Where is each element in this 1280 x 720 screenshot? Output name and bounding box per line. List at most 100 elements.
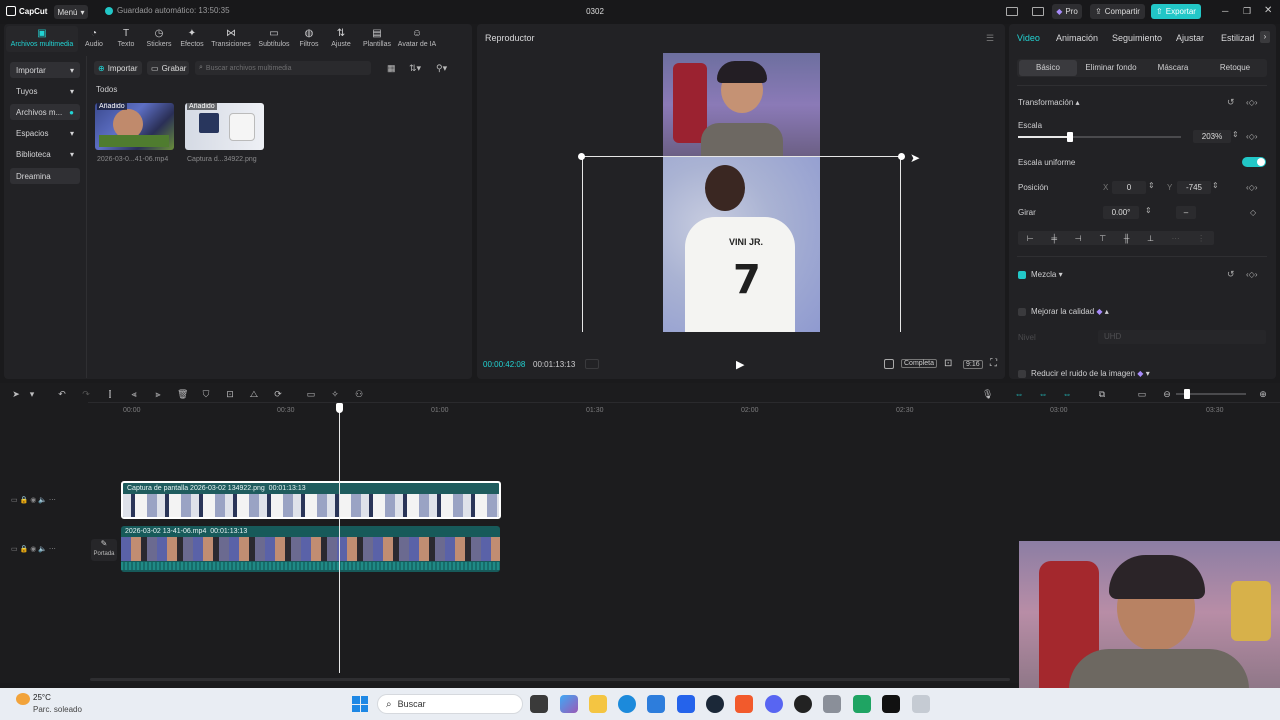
sidebar-item-media[interactable]: Archivos m... ● bbox=[10, 104, 80, 120]
tab-video[interactable]: Video bbox=[1017, 33, 1040, 43]
enhance-checkbox[interactable] bbox=[1018, 308, 1026, 316]
play-icon[interactable]: ▶ bbox=[736, 358, 744, 371]
tab-transitions[interactable]: ⋈ Transiciones bbox=[209, 28, 253, 48]
link-main-icon[interactable]: ⇔ bbox=[1014, 389, 1024, 399]
keyframe-icon[interactable]: ‹◇› bbox=[1246, 183, 1257, 192]
filter-icon[interactable]: ⚲▾ bbox=[436, 63, 447, 74]
keyframe-icon[interactable]: ‹◇› bbox=[1246, 132, 1257, 141]
tab-stickers[interactable]: ◷ Stickers bbox=[142, 28, 176, 48]
copilot-icon[interactable] bbox=[560, 695, 578, 713]
task-view-icon[interactable] bbox=[530, 695, 548, 713]
media-thumbnail-video[interactable]: Añadido bbox=[95, 103, 174, 150]
level-select[interactable]: UHD bbox=[1098, 330, 1266, 344]
align-bottom-icon[interactable]: ⊥ bbox=[1147, 234, 1154, 243]
stepper-icon[interactable]: ⇕ bbox=[1232, 130, 1239, 139]
align-top-icon[interactable]: ⊤ bbox=[1099, 234, 1106, 243]
noise-label[interactable]: Reducir el ruido de la imagen ◆ ▾ bbox=[1031, 369, 1150, 378]
close-icon[interactable]: ✕ bbox=[1264, 5, 1272, 16]
split-left-icon[interactable]: ⫷ bbox=[129, 389, 139, 399]
blend-checkbox[interactable] bbox=[1018, 271, 1026, 279]
align-left-icon[interactable]: ⊢ bbox=[1027, 234, 1034, 243]
sort-icon[interactable]: ⇅▾ bbox=[409, 63, 421, 74]
snapshot-icon[interactable] bbox=[884, 359, 894, 369]
timecode-icon[interactable] bbox=[585, 359, 599, 369]
uniform-scale-toggle[interactable] bbox=[1242, 157, 1266, 167]
tab-templates[interactable]: ▤ Plantillas bbox=[358, 28, 396, 48]
rotate-dial[interactable]: – bbox=[1176, 206, 1196, 219]
edge-icon[interactable] bbox=[618, 695, 636, 713]
tab-adjust-panel[interactable]: Ajustar bbox=[1176, 33, 1204, 43]
aspect-ratio-button[interactable]: 9:16 bbox=[963, 360, 983, 369]
record-button[interactable]: ▭ Grabar bbox=[147, 61, 189, 75]
zoom-slider-handle[interactable] bbox=[1184, 389, 1190, 399]
enhance-label[interactable]: Mejorar la calidad ◆ ▴ bbox=[1031, 307, 1109, 316]
resize-handle[interactable] bbox=[578, 153, 585, 160]
distribute-h-icon[interactable]: ⋯ bbox=[1172, 234, 1180, 243]
magic-icon[interactable]: ✧ bbox=[330, 389, 340, 399]
zoom-in-icon[interactable]: ⊕ bbox=[1258, 389, 1268, 399]
sidebar-item-dreamina[interactable]: Dreamina bbox=[10, 168, 80, 184]
preview-axis-icon[interactable]: ⧉ bbox=[1097, 389, 1107, 399]
tab-adjust[interactable]: ⇅ Ajuste bbox=[324, 28, 358, 48]
stepper-icon[interactable]: ⇕ bbox=[1212, 181, 1219, 190]
tab-subtitles[interactable]: ▭ Subtítulos bbox=[255, 28, 293, 48]
track-lock-icon[interactable]: ▭ 🔒 ◉ 🔈 ⋯ bbox=[11, 496, 56, 504]
playhead[interactable] bbox=[339, 403, 340, 673]
chevron-down-icon[interactable]: ▾ bbox=[27, 389, 37, 399]
shield-icon[interactable]: ⛉ bbox=[201, 389, 211, 399]
noise-checkbox[interactable] bbox=[1018, 370, 1026, 378]
tab-text[interactable]: T Texto bbox=[109, 28, 143, 48]
position-x-input[interactable]: 0 bbox=[1112, 181, 1146, 194]
discord-icon[interactable] bbox=[765, 695, 783, 713]
selection-box[interactable] bbox=[582, 156, 901, 332]
sidebar-item-yours[interactable]: Tuyos ▾ bbox=[10, 83, 80, 99]
tab-effects[interactable]: ✦ Efectos bbox=[175, 28, 209, 48]
resize-handle[interactable] bbox=[898, 153, 905, 160]
capcut-taskbar-icon[interactable] bbox=[882, 695, 900, 713]
distribute-v-icon[interactable]: ⋮ bbox=[1197, 234, 1205, 243]
import-button[interactable]: ⊕ Importar bbox=[94, 61, 142, 75]
timeline-clip-image[interactable]: Captura de pantalla 2026-03-02 134922.pn… bbox=[121, 481, 501, 519]
sub-tab-retouch[interactable]: Retoque bbox=[1206, 63, 1264, 72]
undo-icon[interactable]: ↶ bbox=[57, 389, 67, 399]
sub-tab-mask[interactable]: Máscara bbox=[1145, 63, 1201, 72]
shortcuts-icon[interactable] bbox=[1032, 7, 1044, 16]
redo-icon[interactable]: ↷ bbox=[81, 389, 91, 399]
keyframe-icon[interactable]: ‹◇› bbox=[1246, 98, 1257, 107]
microphone-icon[interactable]: 🎙 bbox=[982, 389, 993, 399]
weather-icon[interactable] bbox=[16, 693, 30, 705]
tab-audio[interactable]: ◔ Audio bbox=[77, 28, 111, 48]
search-field[interactable]: ⌕ Buscar archivos multimedia bbox=[195, 61, 371, 75]
crop-icon[interactable]: ⊡ bbox=[944, 358, 952, 369]
taskbar-search[interactable]: ⌕ Buscar bbox=[377, 694, 523, 714]
tab-animation[interactable]: Animación bbox=[1056, 33, 1098, 43]
cover-button[interactable]: ✎ Portada bbox=[91, 539, 117, 561]
tab-ai-avatar[interactable]: ☺ Avatar de IA bbox=[396, 28, 438, 48]
rotate-input[interactable]: 0.00° bbox=[1103, 206, 1139, 219]
store-icon[interactable] bbox=[647, 695, 665, 713]
media-thumbnail-image[interactable]: Añadido bbox=[185, 103, 264, 150]
sub-tab-remove-bg[interactable]: Eliminar fondo bbox=[1080, 63, 1142, 72]
sidebar-item-import[interactable]: Importar ▾ bbox=[10, 62, 80, 78]
keyframe-icon[interactable]: ◇ bbox=[1250, 208, 1256, 217]
app-green-icon[interactable] bbox=[853, 695, 871, 713]
timeline-clip-video[interactable]: 2026-03-02 13-41-06.mp4 00:01:13:13 bbox=[121, 526, 500, 572]
select-tool-icon[interactable]: ➤ bbox=[11, 389, 21, 399]
freeze-icon[interactable]: ▭ bbox=[306, 389, 316, 399]
link-audio-icon[interactable]: ⇔ bbox=[1038, 389, 1048, 399]
minimize-icon[interactable]: ─ bbox=[1222, 6, 1228, 16]
tab-stylize[interactable]: Estilizad bbox=[1221, 33, 1255, 43]
playhead-handle[interactable] bbox=[336, 403, 343, 413]
track-lock-icon[interactable]: ▭ 🔒 ◉ 🔈 ⋯ bbox=[11, 545, 56, 553]
split-icon[interactable]: ⫿ bbox=[105, 389, 115, 399]
reset-icon[interactable]: ↺ bbox=[1227, 269, 1235, 280]
timeline-scrollbar[interactable] bbox=[90, 678, 1010, 681]
rotate-icon[interactable]: ⟳ bbox=[273, 389, 283, 399]
person-icon[interactable]: ⚇ bbox=[354, 389, 364, 399]
keyframe-icon[interactable]: ‹◇› bbox=[1246, 270, 1257, 279]
menu-button[interactable]: Menú ▾ bbox=[54, 5, 88, 19]
chevron-right-icon[interactable]: › bbox=[1260, 31, 1270, 43]
brave-icon[interactable] bbox=[735, 695, 753, 713]
blend-label[interactable]: Mezcla ▾ bbox=[1031, 270, 1063, 279]
mail-icon[interactable] bbox=[677, 695, 695, 713]
